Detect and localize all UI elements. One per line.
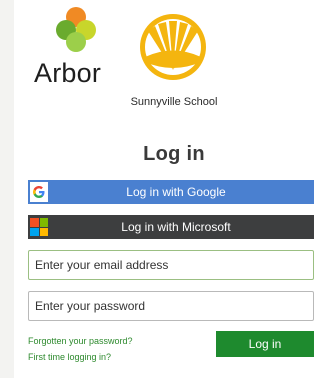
sunnyville-school-logo [140, 14, 206, 80]
arbor-logo: Arbor [34, 6, 118, 90]
microsoft-icon [30, 218, 48, 236]
school-name: Sunnyville School [130, 96, 218, 108]
google-button-label: Log in with Google [126, 185, 226, 199]
google-icon [30, 182, 48, 202]
login-button[interactable]: Log in [216, 331, 314, 357]
page-title: Log in [143, 143, 205, 165]
password-field[interactable] [28, 291, 314, 321]
first-time-login-link[interactable]: First time logging in? [28, 352, 111, 362]
microsoft-button-label: Log in with Microsoft [121, 220, 231, 234]
arbor-logo-icon [56, 7, 96, 52]
arbor-wordmark: Arbor [34, 58, 102, 88]
forgot-password-link[interactable]: Forgotten your password? [28, 336, 133, 346]
login-with-microsoft-button[interactable]: Log in with Microsoft [28, 215, 314, 239]
login-card: Arbor Sunnyville School Log in Log in wi… [14, 0, 334, 378]
login-with-google-button[interactable]: Log in with Google [28, 180, 314, 204]
email-field[interactable] [28, 250, 314, 280]
